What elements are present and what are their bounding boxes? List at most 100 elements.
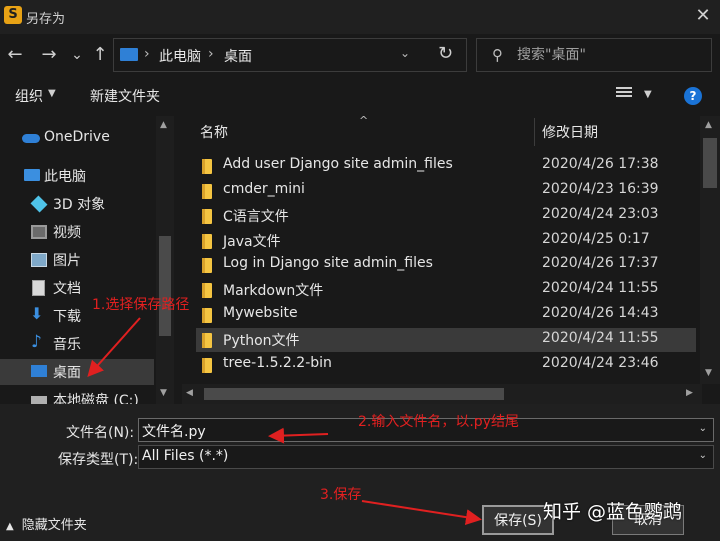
sidebar-item-label: 文档 [53,281,81,297]
chevron-up-icon: ▲ [6,521,14,532]
folder-icon [202,333,212,348]
sidebar-item-local-disk-c[interactable]: 本地磁盘 (C:) [0,387,154,404]
app-icon: S [4,6,22,24]
sort-ascending-icon: ^ [359,116,369,127]
file-date: 2020/4/23 16:39 [542,181,659,197]
scroll-up-icon[interactable]: ▲ [160,120,167,130]
sidebar-item-this-pc[interactable]: 此电脑 [0,163,154,189]
folder-icon [202,159,212,174]
column-header-name[interactable]: 名称 [200,122,228,142]
annotation-step-1: 1.选择保存路径 [92,297,190,313]
music-icon: ♪ [31,332,42,352]
file-date: 2020/4/24 23:03 [542,206,659,222]
recent-locations-button[interactable]: ⌄ [66,44,88,68]
chevron-right-icon: › [208,46,214,62]
computer-icon [24,169,40,181]
scrollbar-thumb[interactable] [703,138,717,188]
search-box[interactable]: ⚲ [476,38,712,72]
save-type-select[interactable]: All Files (*.*) ⌄ [138,445,714,469]
file-row[interactable]: Markdown文件 2020/4/24 11:55 [196,278,696,302]
address-bar[interactable]: › 此电脑 › 桌面 ⌄ ↻ [113,38,467,72]
file-date: 2020/4/26 17:38 [542,156,659,172]
sidebar-item-label: 本地磁盘 (C:) [53,393,139,404]
breadcrumb-this-pc[interactable]: 此电脑 [159,46,201,66]
file-list-vertical-scrollbar[interactable]: ▲ ▼ [700,116,720,384]
file-row[interactable]: tree-1.5.2.2-bin 2020/4/24 23:46 [196,353,696,377]
file-date: 2020/4/24 23:46 [542,355,659,371]
pictures-icon [31,253,47,267]
breadcrumb-desktop[interactable]: 桌面 [224,46,252,66]
help-icon[interactable]: ? [684,87,702,105]
sidebar-scrollbar[interactable]: ▲ ▼ [156,116,174,404]
sidebar-item-label: 3D 对象 [53,197,106,213]
close-button[interactable]: ✕ [686,0,720,34]
folder-icon [202,234,212,249]
desktop-icon [120,48,138,61]
download-icon: ⬇ [30,304,44,323]
file-row[interactable]: Log in Django site admin_files 2020/4/26… [196,253,696,277]
save-type-label: 保存类型(T): [58,452,139,468]
sidebar-item-label: OneDrive [44,129,110,145]
sidebar-item-3d-objects[interactable]: 3D 对象 [0,191,154,217]
scrollbar-thumb[interactable] [159,236,171,336]
folder-icon [202,258,212,273]
file-date: 2020/4/24 11:55 [542,330,659,346]
video-icon [31,225,47,239]
file-name: Add user Django site admin_files [223,156,453,172]
scrollbar-thumb[interactable] [204,388,504,400]
folder-icon [202,209,212,224]
file-row[interactable]: Java文件 2020/4/25 0:17 [196,229,696,253]
sidebar-item-label: 图片 [53,253,81,269]
file-row-selected[interactable]: Python文件 2020/4/24 11:55 [196,328,696,352]
file-row[interactable]: cmder_mini 2020/4/23 16:39 [196,179,696,203]
file-list-horizontal-scrollbar[interactable]: ◀ ▶ [182,384,702,404]
navigation-pane: OneDrive 此电脑 3D 对象 视频 图片 文档 ⬇ 下载 ♪ 音乐 桌面… [0,116,176,404]
sidebar-item-pictures[interactable]: 图片 [0,247,154,273]
up-button[interactable]: ↑ [89,44,111,68]
search-icon: ⚲ [492,46,503,64]
scroll-up-icon[interactable]: ▲ [705,120,712,130]
caret-down-icon[interactable]: ▼ [48,88,56,99]
save-type-value[interactable]: All Files (*.*) [142,448,228,464]
chevron-right-icon: › [144,46,150,62]
hide-folders-toggle[interactable]: ▲ 隐藏文件夹 [6,514,87,533]
search-input[interactable] [517,39,707,71]
chevron-down-icon[interactable]: ⌄ [699,450,707,461]
scroll-left-icon[interactable]: ◀ [186,388,193,398]
file-row[interactable]: C语言文件 2020/4/24 23:03 [196,204,696,228]
file-row[interactable]: Mywebsite 2020/4/26 14:43 [196,303,696,327]
sidebar-item-videos[interactable]: 视频 [0,219,154,245]
file-name: Markdown文件 [223,283,324,299]
scroll-right-icon[interactable]: ▶ [686,388,693,398]
refresh-button[interactable]: ↻ [438,43,453,64]
column-header: 名称 ^ 修改日期 [182,116,702,146]
filename-value[interactable]: 文件名.py [142,421,206,441]
folder-icon [202,283,212,298]
sidebar-item-music[interactable]: ♪ 音乐 [0,331,154,357]
new-folder-button[interactable]: 新建文件夹 [90,86,160,106]
back-button[interactable]: ← [4,44,26,68]
hide-folders-label: 隐藏文件夹 [21,518,87,533]
sidebar-item-label: 此电脑 [44,169,86,185]
drive-icon [31,396,47,404]
file-date: 2020/4/26 14:43 [542,305,659,321]
chevron-down-icon[interactable]: ⌄ [699,423,707,434]
forward-button[interactable]: → [38,44,60,68]
sidebar-item-onedrive[interactable]: OneDrive [0,126,154,152]
filename-label: 文件名(N): [66,425,135,441]
view-options-icon[interactable] [616,87,632,101]
file-row[interactable]: Add user Django site admin_files 2020/4/… [196,154,696,178]
scroll-down-icon[interactable]: ▼ [705,368,712,378]
column-header-date[interactable]: 修改日期 [542,122,598,142]
sidebar-item-desktop[interactable]: 桌面 [0,359,154,385]
desktop-icon [31,365,47,377]
title-bar: S 另存为 ✕ [0,0,720,34]
folder-icon [202,308,212,323]
column-divider[interactable] [534,118,535,146]
folder-icon [202,358,212,373]
organize-button[interactable]: 组织 [15,86,43,106]
scroll-down-icon[interactable]: ▼ [160,388,167,398]
annotation-step-3: 3.保存 [320,487,362,503]
chevron-down-icon[interactable]: ⌄ [400,46,410,60]
caret-down-icon[interactable]: ▼ [644,89,652,100]
